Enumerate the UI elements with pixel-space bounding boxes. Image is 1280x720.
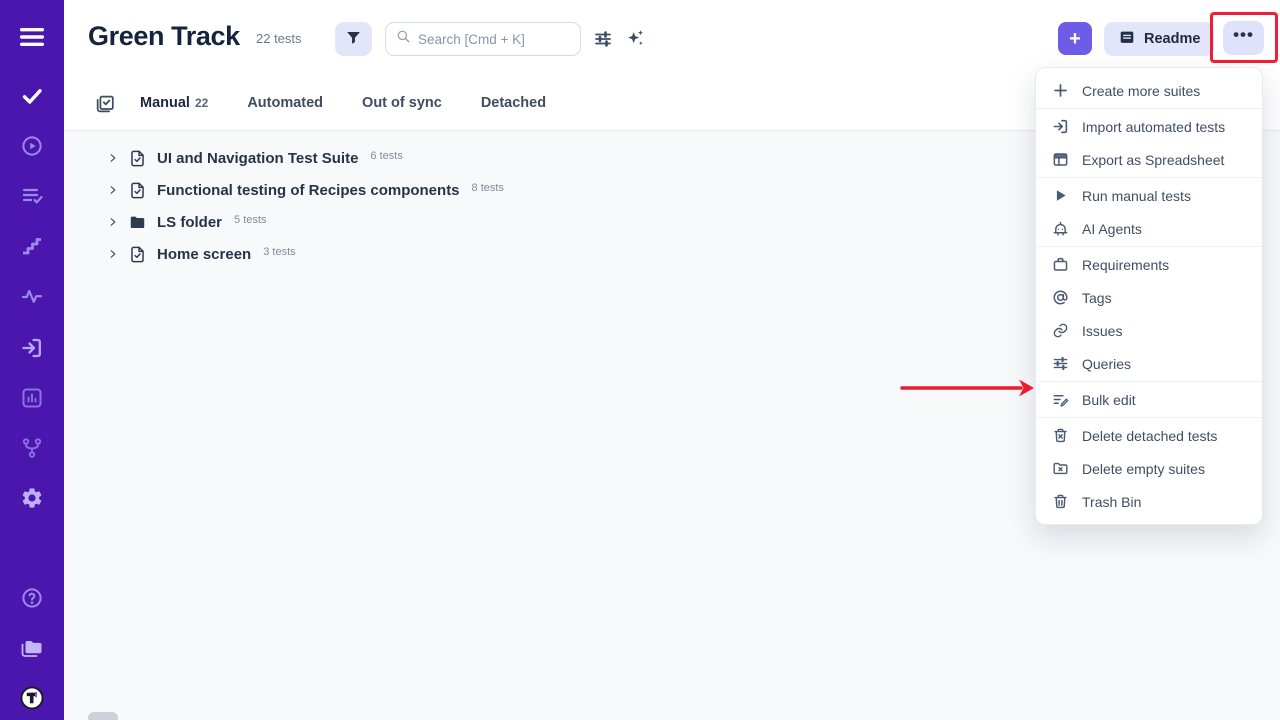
readme-label: Readme bbox=[1144, 31, 1200, 47]
suite-count: 5 tests bbox=[234, 214, 266, 226]
readme-button[interactable]: Readme bbox=[1104, 22, 1214, 56]
folder-icon bbox=[128, 213, 147, 232]
menu-item-requirements[interactable]: Requirements bbox=[1036, 248, 1262, 281]
suite-name: LS folder bbox=[157, 214, 222, 231]
search-icon bbox=[396, 29, 411, 49]
link-icon bbox=[1051, 322, 1069, 340]
suite-name: Functional testing of Recipes components bbox=[157, 182, 460, 199]
more-options-button[interactable]: ••• bbox=[1223, 21, 1264, 55]
menu-item-run-manual-tests[interactable]: Run manual tests bbox=[1036, 179, 1262, 212]
add-button[interactable]: + bbox=[1058, 22, 1092, 55]
chevron-right-icon[interactable] bbox=[106, 247, 120, 261]
spreadsheet-icon bbox=[1051, 151, 1069, 169]
bulk-edit-icon bbox=[1051, 391, 1069, 409]
file-check-icon bbox=[128, 181, 147, 200]
menu-item-tags[interactable]: Tags bbox=[1036, 281, 1262, 314]
help-icon[interactable] bbox=[19, 585, 45, 611]
bar-chart-icon[interactable] bbox=[19, 385, 45, 411]
suite-count: 6 tests bbox=[370, 150, 402, 162]
gear-icon[interactable] bbox=[19, 485, 45, 511]
folders-icon[interactable] bbox=[19, 635, 45, 661]
app-logo[interactable] bbox=[16, 682, 48, 714]
play-icon bbox=[1051, 187, 1069, 205]
menu-item-export-as-spreadsheet[interactable]: Export as Spreadsheet bbox=[1036, 143, 1262, 176]
branch-icon[interactable] bbox=[19, 435, 45, 461]
check-icon[interactable] bbox=[19, 83, 45, 109]
at-sign-icon bbox=[1051, 289, 1069, 307]
book-icon bbox=[1118, 28, 1136, 50]
trash-icon bbox=[1051, 493, 1069, 511]
page-title: Green Track bbox=[88, 21, 240, 52]
menu-item-import-automated-tests[interactable]: Import automated tests bbox=[1036, 110, 1262, 143]
tests-count: 22 tests bbox=[256, 31, 302, 46]
menu-item-bulk-edit[interactable]: Bulk edit bbox=[1036, 383, 1262, 416]
search-input[interactable] bbox=[418, 32, 595, 47]
suite-count: 8 tests bbox=[472, 182, 504, 194]
tabs: Manual22 Automated Out of sync Detached bbox=[140, 95, 546, 111]
sparkles-icon[interactable] bbox=[625, 28, 645, 48]
menu-divider bbox=[1036, 417, 1262, 418]
suite-name: UI and Navigation Test Suite bbox=[157, 150, 358, 167]
import-icon bbox=[1051, 118, 1069, 136]
bottom-partial-element bbox=[88, 712, 118, 720]
list-check-icon[interactable] bbox=[19, 183, 45, 209]
menu-divider bbox=[1036, 381, 1262, 382]
file-check-icon bbox=[128, 245, 147, 264]
tab-out-of-sync[interactable]: Out of sync bbox=[362, 95, 442, 111]
play-circle-icon[interactable] bbox=[19, 133, 45, 159]
stairs-icon[interactable] bbox=[19, 233, 45, 259]
trash-x-icon bbox=[1051, 427, 1069, 445]
tab-manual[interactable]: Manual22 bbox=[140, 95, 208, 111]
menu-item-create-more-suites[interactable]: Create more suites bbox=[1036, 74, 1262, 107]
sidebar bbox=[0, 0, 64, 720]
menu-item-delete-empty-suites[interactable]: Delete empty suites bbox=[1036, 452, 1262, 485]
menu-item-queries[interactable]: Queries bbox=[1036, 347, 1262, 380]
select-all-icon[interactable] bbox=[94, 93, 116, 115]
more-options-menu: Create more suites Import automated test… bbox=[1035, 67, 1263, 525]
menu-item-trash-bin[interactable]: Trash Bin bbox=[1036, 485, 1262, 518]
chevron-right-icon[interactable] bbox=[106, 151, 120, 165]
suite-name: Home screen bbox=[157, 246, 251, 263]
folder-x-icon bbox=[1051, 460, 1069, 478]
chevron-right-icon[interactable] bbox=[106, 183, 120, 197]
sliders-icon[interactable] bbox=[593, 29, 613, 49]
tab-manual-count: 22 bbox=[195, 96, 208, 110]
hamburger-menu-icon[interactable] bbox=[19, 24, 45, 50]
briefcase-icon bbox=[1051, 256, 1069, 274]
menu-divider bbox=[1036, 108, 1262, 109]
suite-count: 3 tests bbox=[263, 246, 295, 258]
tab-detached[interactable]: Detached bbox=[481, 95, 546, 111]
menu-item-ai-agents[interactable]: AI Agents bbox=[1036, 212, 1262, 245]
search-box bbox=[385, 22, 581, 56]
sign-in-icon[interactable] bbox=[19, 335, 45, 361]
menu-divider bbox=[1036, 177, 1262, 178]
menu-item-issues[interactable]: Issues bbox=[1036, 314, 1262, 347]
funnel-icon bbox=[345, 29, 362, 49]
filter-button[interactable] bbox=[335, 22, 372, 56]
plus-icon bbox=[1051, 82, 1069, 100]
chevron-right-icon[interactable] bbox=[106, 215, 120, 229]
robot-icon bbox=[1051, 220, 1069, 238]
menu-divider bbox=[1036, 246, 1262, 247]
sliders-icon bbox=[1051, 355, 1069, 373]
menu-item-delete-detached-tests[interactable]: Delete detached tests bbox=[1036, 419, 1262, 452]
tab-automated[interactable]: Automated bbox=[247, 95, 323, 111]
file-check-icon bbox=[128, 149, 147, 168]
pulse-icon[interactable] bbox=[19, 283, 45, 309]
